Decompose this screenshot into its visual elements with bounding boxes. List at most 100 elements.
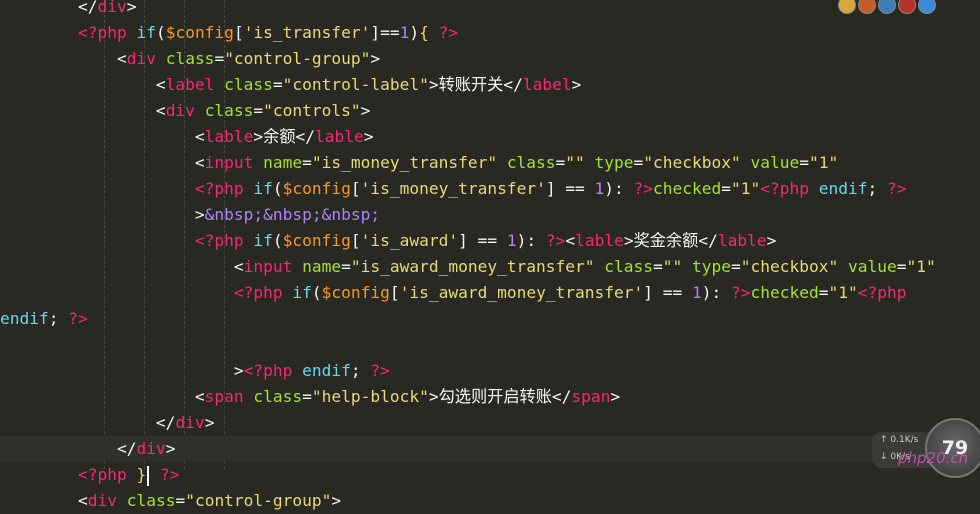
chrome-icon[interactable] (838, 0, 856, 14)
code-token: span (571, 387, 611, 406)
code-token: > (0, 361, 244, 380)
code-token: class (506, 153, 556, 172)
firefox-icon[interactable] (858, 0, 876, 14)
code-line[interactable]: <div class="control-group"> (0, 488, 980, 514)
code-token: "control-group" (185, 491, 332, 510)
code-token: > (363, 127, 374, 146)
code-token: div (165, 101, 195, 120)
code-token: "1" (828, 283, 858, 302)
code-line[interactable]: <?php if($config['is_money_transfer'] ==… (0, 176, 980, 202)
code-token: "controls" (263, 101, 361, 120)
code-line[interactable]: <input name="is_award_money_transfer" cl… (0, 254, 980, 280)
code-token: "" (565, 153, 585, 172)
code-line[interactable]: <lable>余额</lable> (0, 124, 980, 150)
code-token: ( (311, 283, 322, 302)
code-token: ): (516, 231, 546, 250)
code-token: < (0, 153, 205, 172)
code-token: = (302, 387, 312, 406)
code-token: ; (48, 309, 69, 328)
code-token: 'is_award' (360, 231, 459, 250)
code-token: endif (0, 309, 49, 328)
code-line[interactable]: <span class="help-block">勾选则开启转账</span> (0, 384, 980, 410)
code-token: [ (350, 231, 361, 250)
code-token: 勾选则开启转账 (438, 387, 552, 406)
code-token: if (253, 231, 273, 250)
code-token: ?> (438, 23, 459, 42)
code-token: $config (282, 231, 351, 250)
code-line[interactable]: ><?php endif; ?> (0, 358, 980, 384)
code-line[interactable]: </div> (0, 436, 980, 462)
code-token: > (126, 0, 137, 16)
code-token: ( (155, 23, 166, 42)
code-line[interactable]: <?php if($config['is_award_money_transfe… (0, 280, 980, 306)
code-token: name (302, 257, 342, 276)
code-line[interactable]: endif; ?> (0, 306, 980, 332)
opera-icon[interactable] (898, 0, 916, 14)
code-token: "help-block" (311, 387, 429, 406)
code-line[interactable]: <?php } ?> (0, 462, 980, 488)
code-token: "control-label" (282, 75, 429, 94)
code-token: 'is_money_transfer' (360, 179, 546, 198)
code-token: checked (750, 283, 819, 302)
code-token: "is_award_money_transfer" (350, 257, 595, 276)
code-line[interactable]: <input name="is_money_transfer" class=""… (0, 150, 980, 176)
code-token: ]== (370, 23, 400, 42)
code-token: </ (551, 387, 572, 406)
safari-icon[interactable] (878, 0, 896, 14)
code-token: ] == (458, 231, 507, 250)
code-token: > (370, 49, 381, 68)
code-line[interactable]: >&nbsp;&nbsp;&nbsp; (0, 202, 980, 228)
code-token: ; (867, 179, 887, 198)
code-token: type (594, 153, 634, 172)
code-token: endif (302, 361, 351, 380)
code-token: 1 (594, 179, 605, 198)
ie-icon[interactable] (918, 0, 936, 14)
code-token: ): (604, 179, 634, 198)
code-token: = (653, 257, 663, 276)
code-token: class (253, 387, 303, 406)
code-token: lable (575, 231, 624, 250)
code-editor[interactable]: </div> <?php if($config['is_transfer']==… (0, 0, 980, 510)
code-token: ?> (159, 465, 180, 484)
code-token: > (253, 127, 264, 146)
code-token: "1" (808, 153, 839, 172)
code-line[interactable]: <div class="control-group"> (0, 46, 980, 72)
code-token: name (263, 153, 303, 172)
code-token: div (87, 491, 117, 510)
code-line[interactable]: <?php if($config['is_transfer']==1){ ?> (0, 20, 980, 46)
code-token: <?php (194, 231, 244, 250)
code-line[interactable]: </div> (0, 0, 980, 20)
code-line[interactable]: <div class="controls"> (0, 98, 980, 124)
code-token: } (136, 465, 147, 484)
code-line[interactable] (0, 332, 980, 358)
code-token: "is_money_transfer" (311, 153, 498, 172)
code-line[interactable]: <?php if($config['is_award'] == 1): ?><l… (0, 228, 980, 254)
code-token: < (0, 491, 88, 510)
code-token: class (224, 75, 273, 94)
code-token: <?php (760, 179, 810, 198)
code-token: $config (282, 179, 351, 198)
code-token: = (799, 153, 809, 172)
code-line[interactable]: <label class="control-label">转账开关</label… (0, 72, 980, 98)
code-token: = (896, 257, 907, 276)
code-token: input (204, 153, 254, 172)
code-token: lable (717, 231, 767, 250)
code-token: < (0, 257, 244, 276)
code-token: > (428, 75, 439, 94)
code-token: "1" (731, 179, 761, 198)
code-token: 1 (399, 23, 410, 42)
code-token: 余额 (263, 127, 296, 146)
code-token: = (818, 283, 829, 302)
code-line[interactable]: </div> (0, 410, 980, 436)
code-token: ?> (731, 283, 751, 302)
